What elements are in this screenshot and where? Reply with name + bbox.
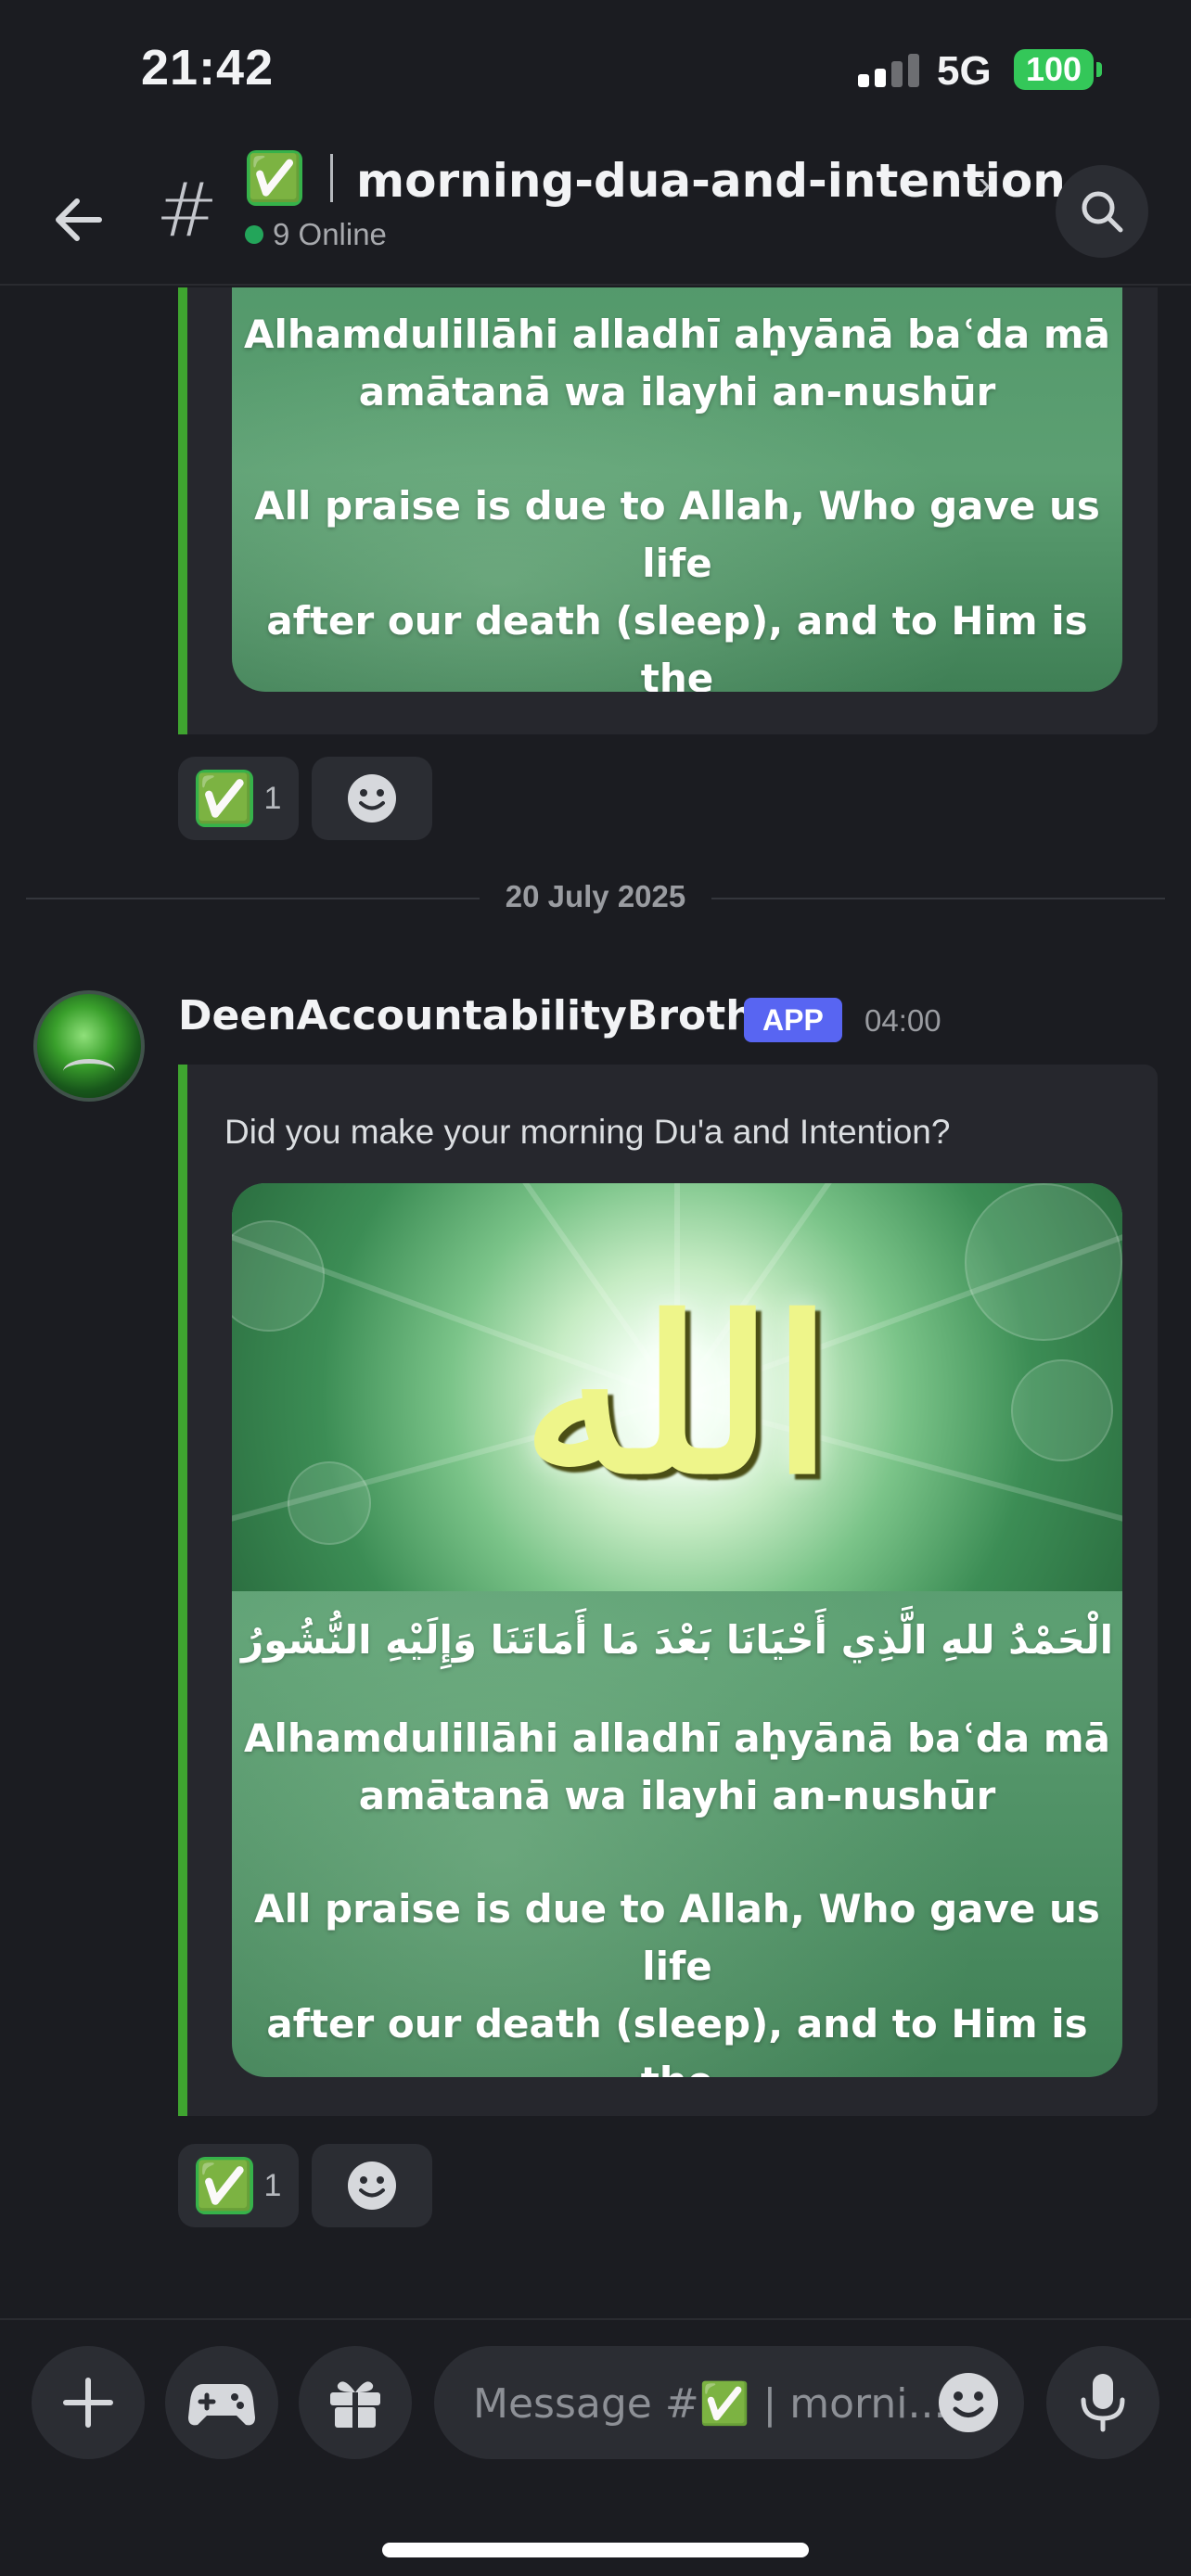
reaction-count: 1 xyxy=(263,780,282,816)
calligraphy-background: الله xyxy=(232,1183,1122,1591)
gamepad-icon xyxy=(188,2384,255,2426)
message-composer: Message #✅ | morni... xyxy=(0,2318,1191,2576)
embed-description: Did you make your morning Du'a and Inten… xyxy=(224,1113,951,1151)
back-button[interactable] xyxy=(37,178,121,261)
microphone-icon xyxy=(1081,2374,1125,2432)
reaction-count: 1 xyxy=(263,2167,282,2203)
previous-reactions: ✅ 1 xyxy=(178,757,432,840)
translation: All praise is due to Allah, Who gave us … xyxy=(254,1886,1100,2077)
attach-button[interactable] xyxy=(32,2346,145,2459)
previous-embed: Alhamdulillāhi alladhī aḥyānā baʿda mā a… xyxy=(178,287,1158,734)
channel-separator xyxy=(330,154,333,202)
plus-icon xyxy=(63,2378,113,2428)
chevron-right-icon[interactable]: › xyxy=(978,161,992,208)
allah-calligraphy: الله xyxy=(522,1271,832,1522)
status-bar: 21:42 5G 100 xyxy=(0,0,1191,139)
date-divider-label: 20 July 2025 xyxy=(479,879,712,913)
dua-image[interactable]: الله الْحَمْدُ للهِ الَّذِي أَحْيَانَا ب… xyxy=(232,1183,1122,2077)
gift-icon xyxy=(330,2381,380,2428)
battery-tip xyxy=(1096,62,1102,77)
previous-transliteration: Alhamdulillāhi alladhī aḥyānā baʿda mā a… xyxy=(244,312,1110,414)
previous-dua-image[interactable]: Alhamdulillāhi alladhī aḥyānā baʿda mā a… xyxy=(232,287,1122,692)
battery-icon: 100 xyxy=(1014,49,1094,90)
previous-translation: All praise is due to Allah, Who gave us … xyxy=(254,483,1100,692)
activities-button[interactable] xyxy=(165,2346,278,2459)
check-emoji-icon: ✅ xyxy=(195,770,253,827)
bot-avatar[interactable] xyxy=(33,990,145,1102)
online-label: 9 Online xyxy=(273,217,387,251)
message-timestamp: 04:00 xyxy=(864,1003,941,1038)
status-time: 21:42 xyxy=(141,40,275,96)
add-reaction-button[interactable] xyxy=(312,757,432,840)
voice-message-button[interactable] xyxy=(1046,2346,1159,2459)
message-input[interactable]: Message #✅ | morni... xyxy=(434,2346,1024,2459)
cellular-signal-icon xyxy=(858,54,919,87)
check-emoji-icon: ✅ xyxy=(195,2157,253,2214)
search-icon xyxy=(1082,191,1123,233)
online-count: 9 Online xyxy=(245,217,387,252)
date-divider: 20 July 2025 xyxy=(0,879,1191,914)
transliteration: Alhamdulillāhi alladhī aḥyānā baʿda mā a… xyxy=(244,1715,1110,1818)
gift-button[interactable] xyxy=(299,2346,412,2459)
search-button[interactable] xyxy=(1056,165,1148,258)
channel-emoji: ✅ xyxy=(247,150,302,206)
app-badge: APP xyxy=(744,998,842,1042)
message-reactions: ✅ 1 xyxy=(178,2144,432,2227)
emoji-button[interactable] xyxy=(937,2371,1000,2439)
message-list[interactable]: Alhamdulillāhi alladhī aḥyānā baʿda mā a… xyxy=(0,287,1191,2318)
smile-icon xyxy=(348,2162,396,2210)
emoji-icon xyxy=(939,2373,998,2432)
smile-icon xyxy=(348,774,396,823)
arabic-dua: الْحَمْدُ للهِ الَّذِي أَحْيَانَا بَعْدَ… xyxy=(240,1617,1114,1663)
hash-icon: # xyxy=(156,167,219,253)
network-type: 5G xyxy=(937,48,992,94)
online-dot-icon xyxy=(245,225,263,244)
reaction-check[interactable]: ✅ 1 xyxy=(178,2144,299,2227)
author-name[interactable]: DeenAccountabilityBrothers xyxy=(178,992,826,1039)
reaction-check[interactable]: ✅ 1 xyxy=(178,757,299,840)
add-reaction-button[interactable] xyxy=(312,2144,432,2227)
arrow-left-icon xyxy=(56,198,102,241)
channel-name[interactable]: morning-dua-and-intention xyxy=(356,154,1066,208)
home-indicator[interactable] xyxy=(382,2543,809,2557)
message-embed: Did you make your morning Du'a and Inten… xyxy=(178,1065,1158,2116)
channel-header: # ✅ morning-dua-and-intention › 9 Online xyxy=(0,139,1191,286)
message-input-placeholder: Message #✅ | morni... xyxy=(473,2380,947,2428)
